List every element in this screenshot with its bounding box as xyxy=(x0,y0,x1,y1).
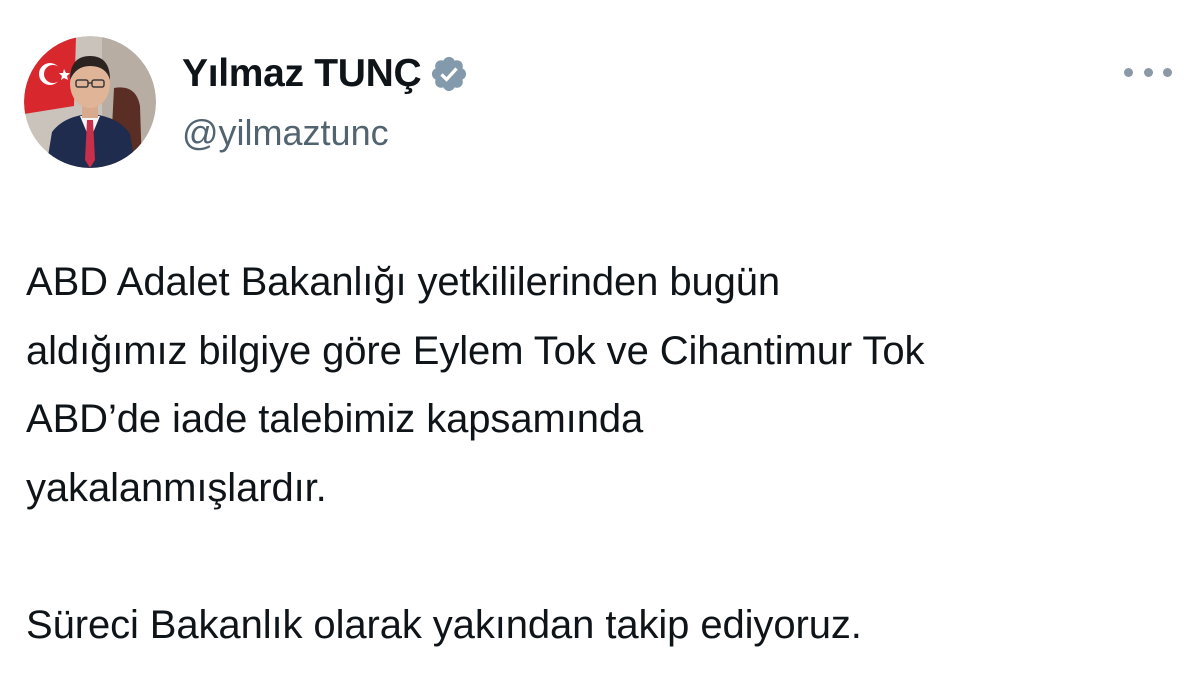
tweet-line: ABD Adalet Bakanlığı yetkililerinden bug… xyxy=(26,260,781,304)
verified-badge-icon xyxy=(429,54,469,94)
tweet-card: Yılmaz TUNÇ @yilmaztunc ABD Adalet Bakan… xyxy=(0,0,1200,699)
display-name[interactable]: Yılmaz TUNÇ xyxy=(182,52,422,96)
tweet-line: ABD’de iade talebimiz kapsamında xyxy=(26,397,644,441)
author-handle[interactable]: @yilmaztunc xyxy=(182,112,469,154)
name-row: Yılmaz TUNÇ xyxy=(182,46,469,102)
tweet-line: yakalanmışlardır. xyxy=(26,465,327,510)
tweet-header: Yılmaz TUNÇ @yilmaztunc xyxy=(24,36,469,168)
more-horizontal-icon-dot xyxy=(1163,67,1172,77)
more-horizontal-icon-dot xyxy=(1143,67,1153,77)
author-identity: Yılmaz TUNÇ @yilmaztunc xyxy=(182,46,469,154)
tweet-line: Süreci Bakanlık olarak yakından takip ed… xyxy=(26,602,862,647)
tweet-text: ABD Adalet Bakanlığı yetkililerinden bug… xyxy=(26,248,1176,659)
avatar[interactable] xyxy=(24,36,156,168)
more-horizontal-icon xyxy=(1124,67,1133,77)
tweet-line: aldığımız bilgiye göre Eylem Tok ve Ciha… xyxy=(26,328,925,373)
more-options-button[interactable] xyxy=(1124,56,1172,88)
avatar-image xyxy=(24,36,156,168)
